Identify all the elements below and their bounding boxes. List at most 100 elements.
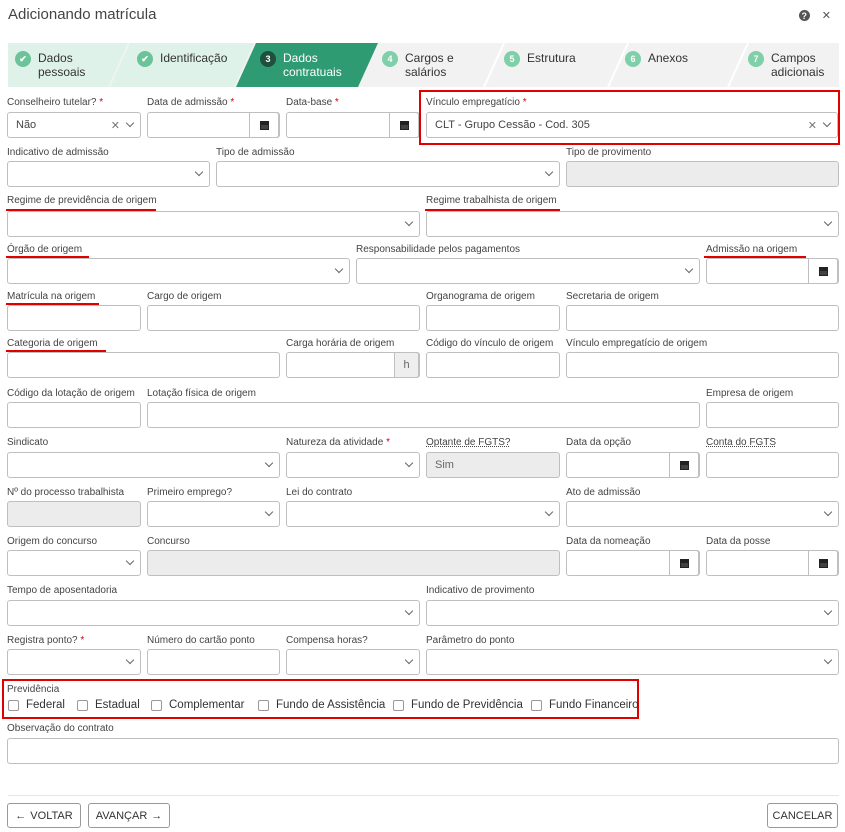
carga-horaria-field[interactable]: h — [286, 352, 420, 378]
footer-divider — [8, 795, 839, 796]
observacao-label: Observação do contrato — [7, 723, 114, 734]
regime-trabalhista-label: Regime trabalhista de origem — [426, 195, 557, 206]
sindicato-label: Sindicato — [7, 437, 49, 448]
checkbox-federal[interactable]: Federal — [8, 699, 65, 711]
codigo-lotacao-field[interactable] — [7, 402, 141, 428]
calendar-icon[interactable] — [808, 550, 838, 576]
primeiro-emprego-select[interactable] — [147, 501, 280, 527]
admissao-origem-label: Admissão na origem — [706, 244, 798, 255]
calendar-icon[interactable] — [808, 258, 838, 284]
parametro-ponto-select[interactable] — [426, 649, 839, 675]
secretaria-field[interactable] — [566, 305, 839, 331]
chevron-down-icon — [264, 458, 274, 468]
checkbox-box[interactable] — [258, 699, 269, 711]
checkbox-fundo-assistencia[interactable]: Fundo de Assistência — [258, 699, 385, 711]
categoria-origem-field[interactable] — [7, 352, 280, 378]
cargo-origem-field[interactable] — [147, 305, 420, 331]
empresa-origem-field[interactable] — [706, 402, 839, 428]
origem-concurso-label: Origem do concurso — [7, 536, 98, 547]
checkbox-fundo-previdencia[interactable]: Fundo de Previdência — [393, 699, 523, 711]
lei-contrato-label: Lei do contrato — [286, 487, 353, 498]
processo-field — [7, 501, 141, 527]
vinculo-origem-field[interactable] — [566, 352, 839, 378]
help-icon[interactable]: ? — [798, 10, 810, 21]
compensa-horas-select[interactable] — [286, 649, 420, 675]
natureza-select[interactable] — [286, 452, 420, 478]
step-number: 6 — [625, 51, 641, 67]
arrow-left-icon: ← — [15, 809, 27, 822]
tipo-admissao-select[interactable] — [216, 161, 560, 187]
organograma-field[interactable] — [426, 305, 560, 331]
numero-cartao-label: Número do cartão ponto — [147, 635, 255, 646]
matricula-origem-label: Matrícula na origem — [7, 291, 96, 302]
optante-fgts-field: Sim — [426, 452, 560, 478]
checkbox-estadual[interactable]: Estadual — [77, 699, 140, 711]
data-nomeacao-field[interactable] — [566, 550, 700, 576]
cancelar-button[interactable]: CANCELAR — [767, 803, 838, 828]
step-identificacao[interactable]: ✔ Identificação — [137, 43, 227, 87]
previdencia-label: Previdência — [7, 684, 60, 695]
checkbox-complementar[interactable]: Complementar — [151, 699, 244, 711]
chevron-down-icon — [823, 606, 833, 616]
clear-icon[interactable]: ✕ — [808, 119, 817, 132]
tempo-aposentadoria-select[interactable] — [7, 600, 420, 626]
checkbox-box[interactable] — [531, 699, 542, 711]
concurso-field — [147, 550, 560, 576]
resp-pagamentos-select[interactable] — [356, 258, 700, 284]
checkbox-box[interactable] — [151, 699, 162, 711]
step-number: 4 — [382, 51, 398, 67]
step-anexos[interactable]: 6 Anexos — [625, 43, 688, 87]
checkbox-box[interactable] — [77, 699, 88, 711]
clear-icon[interactable]: ✕ — [111, 119, 120, 132]
step-dados-pessoais[interactable]: ✔ Dados pessoais — [15, 43, 85, 87]
regime-trabalhista-select[interactable] — [426, 211, 839, 237]
close-icon[interactable]: ✕ — [822, 9, 831, 22]
vinculo-label: Vínculo empregatício * — [426, 97, 527, 108]
check-icon: ✔ — [15, 51, 31, 67]
indicativo-admissao-select[interactable] — [7, 161, 210, 187]
data-posse-field[interactable] — [706, 550, 839, 576]
data-admissao-field[interactable] — [147, 112, 280, 138]
registra-ponto-select[interactable] — [7, 649, 141, 675]
step-estrutura[interactable]: 5 Estrutura — [504, 43, 576, 87]
conselheiro-select[interactable]: Não ✕ — [7, 112, 141, 138]
observacao-field[interactable] — [7, 738, 839, 764]
indicativo-provimento-select[interactable] — [426, 600, 839, 626]
vinculo-origem-label: Vínculo empregatício de origem — [566, 338, 708, 349]
concurso-label: Concurso — [147, 536, 190, 547]
regime-previdencia-select[interactable] — [7, 211, 420, 237]
wizard-stepper: ✔ Dados pessoais ✔ Identificação 3 Dados co… — [8, 43, 839, 87]
lotacao-fisica-field[interactable] — [147, 402, 700, 428]
orgao-origem-label: Órgão de origem — [7, 244, 83, 255]
orgao-origem-select[interactable] — [7, 258, 350, 284]
calendar-icon[interactable] — [669, 452, 699, 478]
calendar-icon[interactable] — [389, 112, 419, 138]
origem-concurso-select[interactable] — [7, 550, 141, 576]
step-cargos-salarios[interactable]: 4 Cargos e salários — [382, 43, 454, 87]
admissao-origem-field[interactable] — [706, 258, 839, 284]
avancar-button[interactable]: AVANÇAR → — [88, 803, 170, 828]
chevron-down-icon — [404, 606, 414, 616]
lei-contrato-select[interactable] — [286, 501, 560, 527]
vinculo-select[interactable]: CLT - Grupo Cessão - Cod. 305 ✕ — [426, 112, 838, 138]
calendar-icon[interactable] — [249, 112, 279, 138]
checkbox-box[interactable] — [393, 699, 404, 711]
chevron-down-icon — [125, 655, 135, 665]
sindicato-select[interactable] — [7, 452, 280, 478]
checkbox-box[interactable] — [8, 699, 19, 711]
window-controls: ? ✕ — [798, 9, 831, 22]
calendar-icon[interactable] — [669, 550, 699, 576]
checkbox-fundo-financeiro[interactable]: Fundo Financeiro — [531, 699, 639, 711]
step-dados-contratuais[interactable]: 3 Dados contratuais — [260, 43, 342, 87]
data-opcao-field[interactable] — [566, 452, 700, 478]
voltar-button[interactable]: ← VOLTAR — [7, 803, 81, 828]
registra-ponto-label: Registra ponto? * — [7, 635, 85, 646]
tipo-provimento-label: Tipo de provimento — [566, 147, 652, 158]
codigo-vinculo-field[interactable] — [426, 352, 560, 378]
conta-fgts-field[interactable] — [706, 452, 839, 478]
numero-cartao-field[interactable] — [147, 649, 280, 675]
ato-admissao-select[interactable] — [566, 501, 839, 527]
matricula-origem-field[interactable] — [7, 305, 141, 331]
data-base-field[interactable] — [286, 112, 420, 138]
step-campos-adicionais[interactable]: 7 Campos adicionais — [748, 43, 824, 87]
